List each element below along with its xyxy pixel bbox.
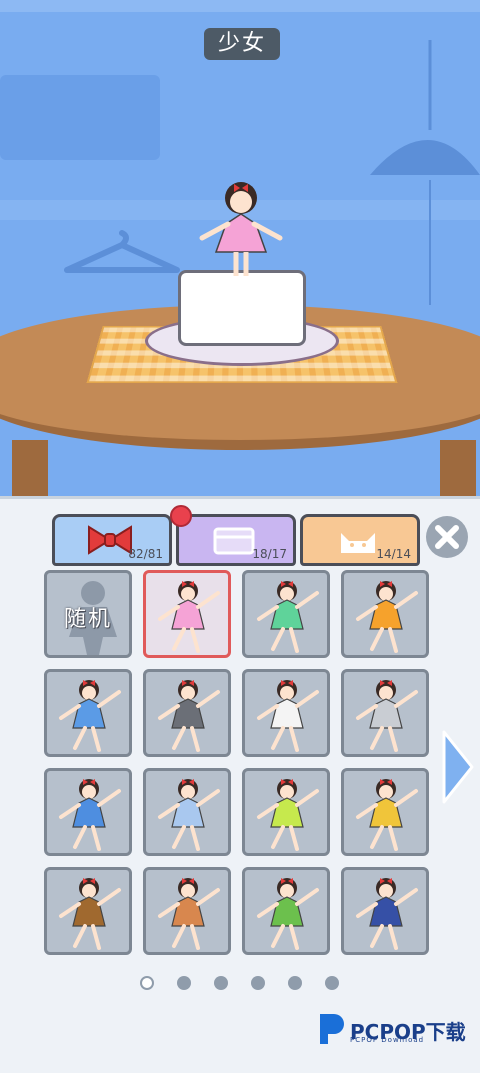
page-dot[interactable] — [288, 976, 302, 990]
outfit-grid: 随机 — [38, 562, 440, 962]
outfit-cell[interactable] — [242, 570, 330, 658]
background-cabinet — [0, 75, 160, 160]
tab-count: 18/17 — [252, 547, 287, 561]
page-dot[interactable] — [140, 976, 154, 990]
brown-sweater-icon — [59, 878, 121, 950]
outfit-cell[interactable] — [44, 867, 132, 955]
tab-count: 82/81 — [128, 547, 163, 561]
outfit-cell[interactable] — [242, 867, 330, 955]
brown-apron-kettle-icon — [158, 878, 220, 950]
outfit-cell[interactable] — [341, 669, 429, 757]
page-indicator — [140, 976, 344, 992]
chef-paddle-icon — [356, 878, 418, 950]
page-dot[interactable] — [214, 976, 228, 990]
pink-dress-icon — [158, 581, 220, 653]
green-dress-icon — [257, 581, 319, 653]
yellow-green-dress-icon — [257, 779, 319, 851]
outfit-cell[interactable] — [242, 669, 330, 757]
outfit-cell[interactable] — [143, 570, 231, 658]
game-scene: 少女 — [0, 0, 480, 500]
outfit-cell[interactable] — [143, 669, 231, 757]
hanger-icon — [64, 230, 180, 273]
tab-count: 14/14 — [376, 547, 411, 561]
orange-dress-icon — [356, 581, 418, 653]
white-dress-hat-icon — [257, 680, 319, 752]
striped-dress-icon — [158, 779, 220, 851]
tab-cat[interactable]: 14/14 — [300, 514, 420, 566]
watermark-subtext: PCPOP Download — [350, 1036, 425, 1044]
yellow-top-jeans-icon — [356, 779, 418, 851]
girl-character-icon[interactable] — [196, 178, 286, 278]
page-dot[interactable] — [325, 976, 339, 990]
random-label: 随机 — [63, 607, 112, 632]
tab-box[interactable]: 18/17 — [176, 514, 296, 566]
dotted-blue-dress-icon — [59, 779, 121, 851]
close-button[interactable] — [426, 516, 468, 558]
random-outfit-cell[interactable]: 随机 — [44, 570, 132, 658]
watermark: PCPOP下载 PCPOP Download — [316, 1008, 476, 1048]
character-name-badge: 少女 — [204, 28, 280, 60]
close-icon — [435, 525, 459, 549]
table-leg — [440, 440, 476, 500]
next-page-arrow-icon[interactable] — [440, 728, 476, 806]
page-dot[interactable] — [251, 976, 265, 990]
outfit-cell[interactable] — [242, 768, 330, 856]
pcpop-logo-icon — [320, 1014, 344, 1044]
outfit-cell[interactable] — [44, 768, 132, 856]
wall-stripe — [0, 0, 480, 12]
gray-dress-glasses-icon — [158, 680, 220, 752]
outfit-cell[interactable] — [44, 669, 132, 757]
blue-dress-icon — [59, 680, 121, 752]
table-leg — [12, 440, 48, 500]
outfit-cell[interactable] — [341, 570, 429, 658]
page-dot[interactable] — [177, 976, 191, 990]
outfit-cell[interactable] — [143, 768, 231, 856]
plaid-dress-icon — [356, 680, 418, 752]
outfit-cell[interactable] — [341, 768, 429, 856]
green-apron-pan-icon — [257, 878, 319, 950]
outfit-cell[interactable] — [341, 867, 429, 955]
outfit-cell[interactable] — [143, 867, 231, 955]
notification-dot — [170, 505, 192, 527]
tofu-block — [178, 270, 306, 346]
tab-bow[interactable]: 82/81 — [52, 514, 172, 566]
lamp-icon — [370, 40, 480, 305]
